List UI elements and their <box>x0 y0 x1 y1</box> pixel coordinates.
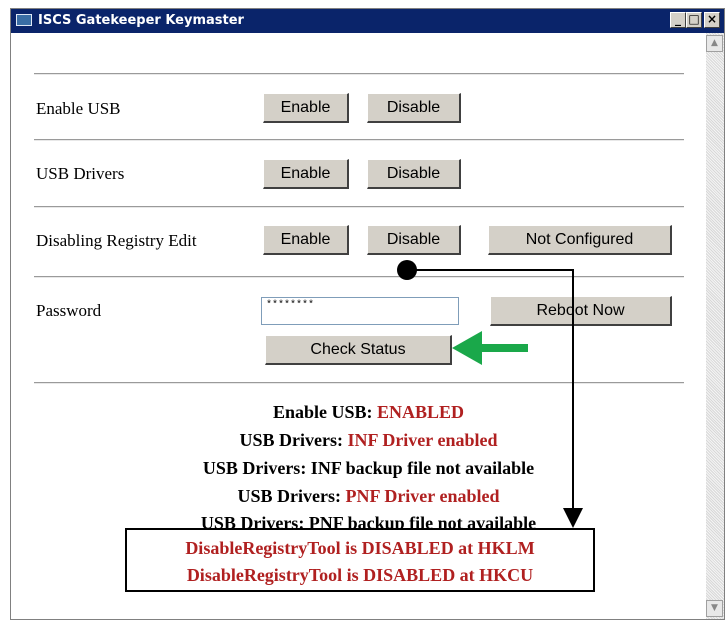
reboot-now-button[interactable]: Reboot Now <box>490 296 672 326</box>
window-title: ISCS Gatekeeper Keymaster <box>38 13 244 28</box>
hkcu-status: DisableRegistryTool is DISABLED at HKCU <box>186 565 534 585</box>
registry-edit-disable-button[interactable]: Disable <box>367 225 461 255</box>
close-icon: × <box>706 12 718 26</box>
divider <box>34 276 684 278</box>
divider <box>34 73 684 75</box>
highlighted-status-box: DisableRegistryTool is DISABLED at HKLM … <box>125 528 595 592</box>
divider <box>34 139 684 141</box>
maximize-icon: □ <box>688 12 700 26</box>
scroll-up-button[interactable]: ▲ <box>706 35 723 52</box>
scroll-down-button[interactable]: ▼ <box>706 600 723 617</box>
title-bar: ISCS Gatekeeper Keymaster _ □ × <box>11 9 724 33</box>
divider <box>34 206 684 208</box>
hklm-status: DisableRegistryTool is DISABLED at HKLM <box>185 538 535 558</box>
arrow-up-icon: ▲ <box>711 38 718 48</box>
app-icon <box>16 14 32 26</box>
status-line: USB Drivers: PNF Driver enabled <box>237 486 500 506</box>
check-status-button[interactable]: Check Status <box>265 335 452 365</box>
enable-usb-label: Enable USB <box>36 99 121 118</box>
status-line: USB Drivers: INF Driver enabled <box>239 430 498 450</box>
status-line: Enable USB: ENABLED <box>272 402 465 422</box>
minimize-button[interactable]: _ <box>670 12 686 28</box>
usb-drivers-enable-button[interactable]: Enable <box>263 159 349 189</box>
registry-edit-label: Disabling Registry Edit <box>36 231 197 250</box>
usb-drivers-label: USB Drivers <box>36 164 125 183</box>
usb-drivers-disable-button[interactable]: Disable <box>367 159 461 189</box>
divider <box>34 382 684 384</box>
arrow-down-icon: ▼ <box>711 603 718 613</box>
enable-usb-disable-button[interactable]: Disable <box>367 93 461 123</box>
minimize-icon: _ <box>675 12 681 26</box>
registry-edit-enable-button[interactable]: Enable <box>263 225 349 255</box>
maximize-button[interactable]: □ <box>686 12 702 28</box>
enable-usb-enable-button[interactable]: Enable <box>263 93 349 123</box>
registry-edit-not-configured-button[interactable]: Not Configured <box>488 225 672 255</box>
password-label: Password <box>36 301 102 320</box>
password-input[interactable]: ******** <box>261 297 459 325</box>
close-button[interactable]: × <box>704 12 720 28</box>
status-line: USB Drivers: INF backup file not availab… <box>202 458 535 478</box>
